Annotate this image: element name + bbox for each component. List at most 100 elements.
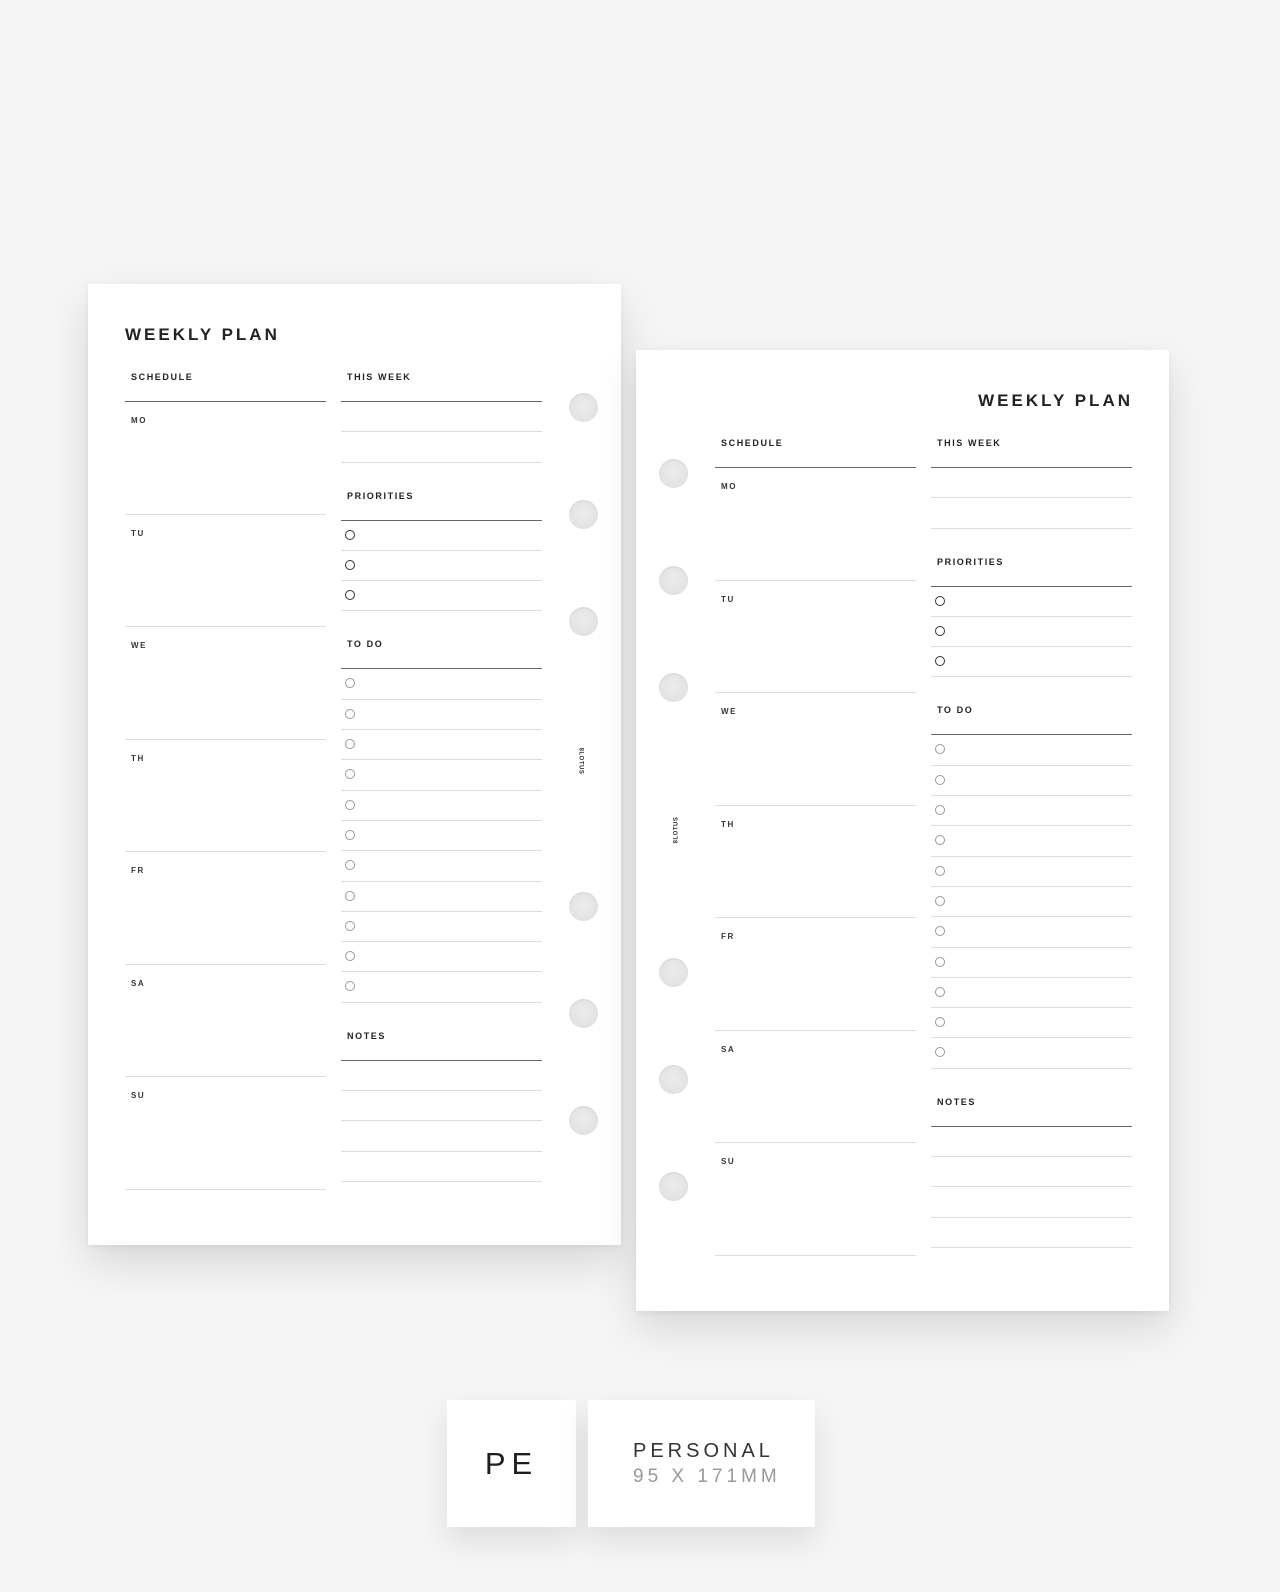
day-label: TH [131,753,145,763]
todo-item[interactable] [931,948,1132,978]
day-block-th[interactable]: TH [125,740,326,852]
binder-hole [659,1172,688,1201]
day-block-tu[interactable]: TU [125,515,326,627]
checkbox-circle-icon[interactable] [345,590,355,601]
this-week-line[interactable] [931,468,1132,499]
todo-item[interactable] [931,766,1132,797]
day-block-we[interactable]: WE [715,693,916,806]
checkbox-circle-icon[interactable] [345,739,355,750]
day-block-th[interactable]: TH [715,806,916,918]
checkbox-circle-icon[interactable] [345,559,355,570]
checkbox-circle-icon[interactable] [935,956,945,967]
todo-item[interactable] [341,972,542,1003]
todo-item[interactable] [341,669,542,700]
checkbox-circle-icon[interactable] [935,986,945,997]
binder-hole [659,673,688,702]
todo-item[interactable] [341,791,542,821]
day-block-mo[interactable]: MO [715,468,916,581]
notes-line[interactable] [931,1218,1132,1248]
checkbox-circle-icon[interactable] [345,678,355,689]
planner-page-right: WEEKLY PLAN SCHEDULE MO TU WE TH FR SA SU THIS WE… [636,350,1169,1311]
checkbox-circle-icon[interactable] [935,1017,945,1028]
notes-line[interactable] [341,1091,542,1122]
priority-item[interactable] [341,581,542,612]
checkbox-circle-icon[interactable] [345,708,355,719]
checkbox-circle-icon[interactable] [935,744,945,755]
checkbox-circle-icon[interactable] [345,951,355,962]
day-block-mo[interactable]: MO [125,402,326,515]
notes-label: NOTES [931,1094,1132,1127]
priority-item[interactable] [341,521,542,551]
todo-item[interactable] [341,760,542,791]
lists-column: THIS WEEK PRIORITIES TO DO NOTES [931,435,1132,1248]
todo-item[interactable] [341,700,542,731]
checkbox-circle-icon[interactable] [935,1047,945,1058]
checkbox-circle-icon[interactable] [935,865,945,876]
notes-line[interactable] [931,1187,1132,1218]
todo-item[interactable] [931,857,1132,887]
schedule-label: SCHEDULE [715,435,916,468]
priority-item[interactable] [931,617,1132,648]
todo-item[interactable] [931,917,1132,948]
checkbox-circle-icon[interactable] [935,656,945,667]
this-week-line[interactable] [931,498,1132,529]
checkbox-circle-icon[interactable] [345,799,355,810]
priority-item[interactable] [341,551,542,582]
day-label: TU [721,594,735,604]
day-block-sa[interactable]: SA [125,965,326,1077]
checkbox-circle-icon[interactable] [935,805,945,816]
todo-item[interactable] [931,978,1132,1009]
this-week-line[interactable] [341,402,542,433]
notes-line[interactable] [341,1121,542,1152]
notes-line[interactable] [931,1127,1132,1158]
size-name: PERSONAL [633,1440,774,1462]
day-block-we[interactable]: WE [125,627,326,740]
size-code: PE [484,1446,539,1481]
todo-item[interactable] [341,851,542,882]
todo-item[interactable] [341,912,542,943]
day-label: SU [131,1091,146,1100]
checkbox-circle-icon[interactable] [345,981,355,992]
binder-hole [659,958,688,987]
checkbox-circle-icon[interactable] [935,835,945,846]
todo-item[interactable] [931,1038,1132,1069]
checkbox-circle-icon[interactable] [345,769,355,780]
checkbox-circle-icon[interactable] [935,926,945,937]
page-title: WEEKLY PLAN [125,325,280,344]
checkbox-circle-icon[interactable] [935,625,945,636]
todo-item[interactable] [931,796,1132,827]
notes-line[interactable] [341,1152,542,1182]
day-block-sa[interactable]: SA [715,1031,916,1143]
binder-hole [569,1106,598,1135]
checkbox-circle-icon[interactable] [345,829,355,840]
checkbox-circle-icon[interactable] [935,895,945,906]
checkbox-circle-icon[interactable] [345,920,355,931]
todo-item[interactable] [341,882,542,912]
todo-label: TO DO [341,636,542,670]
checkbox-circle-icon[interactable] [345,529,355,540]
todo-item[interactable] [931,735,1132,766]
day-block-fr[interactable]: FR [715,918,916,1031]
todo-item[interactable] [341,821,542,852]
priority-item[interactable] [931,647,1132,678]
day-block-su[interactable]: SU [715,1143,916,1256]
checkbox-circle-icon[interactable] [345,860,355,871]
day-block-fr[interactable]: FR [125,852,326,965]
notes-line[interactable] [341,1061,542,1092]
priority-item[interactable] [931,587,1132,617]
todo-item[interactable] [931,826,1132,857]
notes-line[interactable] [931,1157,1132,1188]
binder-hole [569,892,598,921]
checkbox-circle-icon[interactable] [935,774,945,785]
day-label: FR [721,932,735,941]
todo-item[interactable] [341,942,542,973]
checkbox-circle-icon[interactable] [345,890,355,901]
todo-item[interactable] [931,887,1132,918]
this-week-line[interactable] [341,432,542,463]
day-block-su[interactable]: SU [125,1077,326,1190]
day-block-tu[interactable]: TU [715,581,916,693]
binder-hole [569,393,598,422]
todo-item[interactable] [931,1008,1132,1039]
todo-item[interactable] [341,730,542,761]
checkbox-circle-icon[interactable] [935,595,945,606]
